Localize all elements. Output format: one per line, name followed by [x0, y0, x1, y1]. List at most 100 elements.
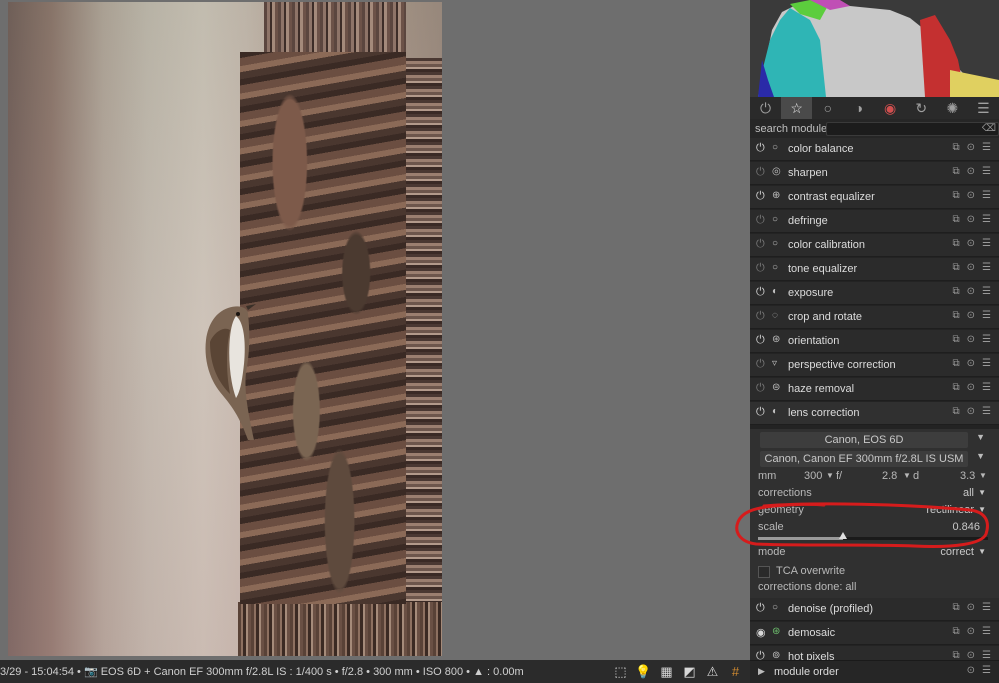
module-tone-equalizer[interactable]: ⏻ ○ tone equalizer ⧉ ⊙ ☰ [750, 258, 999, 281]
multi-instance-icon[interactable]: ⧉ [953, 262, 960, 273]
correct-tab-icon[interactable]: ↻ [906, 97, 937, 119]
camera-select[interactable]: Canon, EOS 6D [760, 432, 968, 448]
module-color-calibration[interactable]: ⏻ ○ color calibration ⧉ ⊙ ☰ [750, 234, 999, 257]
multi-instance-icon[interactable]: ⧉ [953, 310, 960, 321]
clear-search-icon[interactable]: ⌫ [982, 123, 996, 134]
reset-icon[interactable]: ⊙ [967, 358, 975, 369]
presets-menu-icon[interactable]: ☰ [968, 97, 999, 119]
power-icon[interactable]: ⏻ [756, 166, 765, 179]
presets-icon[interactable]: ☰ [982, 262, 991, 273]
presets-icon[interactable]: ☰ [982, 358, 991, 369]
presets-icon[interactable]: ☰ [982, 334, 991, 345]
module-perspective-correction[interactable]: ⏻ ▿ perspective correction ⧉ ⊙ ☰ [750, 354, 999, 377]
base-tab-icon[interactable]: ○ [812, 97, 843, 119]
d-value[interactable]: 3.3 [960, 470, 975, 482]
presets-icon[interactable]: ☰ [982, 382, 991, 393]
module-crop-and-rotate[interactable]: ⏻ ◌ crop and rotate ⧉ ⊙ ☰ [750, 306, 999, 329]
scale-slider[interactable] [758, 532, 988, 540]
module-color-balance[interactable]: ⏻ ○ color balance ⧉ ⊙ ☰ [750, 138, 999, 161]
f-dropdown-icon[interactable]: ▼ [903, 471, 911, 480]
f-value[interactable]: 2.8 [882, 470, 897, 482]
power-icon[interactable]: ⏻ [756, 358, 765, 371]
reset-icon[interactable]: ⊙ [967, 214, 975, 225]
reset-icon[interactable]: ⊙ [967, 310, 975, 321]
color-tab-icon[interactable]: ◉ [875, 97, 906, 119]
reset-icon[interactable]: ⊙ [967, 626, 975, 637]
multi-instance-icon[interactable]: ⧉ [953, 334, 960, 345]
presets-icon[interactable]: ☰ [982, 626, 991, 637]
lightbulb-icon[interactable]: 💡 [635, 663, 652, 680]
module-haze-removal[interactable]: ⏻ ⊜ haze removal ⧉ ⊙ ☰ [750, 378, 999, 401]
corrections-row[interactable]: corrections all ▼ [758, 487, 986, 501]
multi-instance-icon[interactable]: ⧉ [953, 166, 960, 177]
multi-instance-icon[interactable]: ⧉ [953, 406, 960, 417]
mode-value[interactable]: correct [940, 546, 974, 558]
multi-instance-icon[interactable]: ⧉ [953, 190, 960, 201]
image-center-view[interactable] [0, 0, 750, 660]
multi-instance-icon[interactable]: ⧉ [953, 602, 960, 613]
gamut-check-icon[interactable]: ⚠ [704, 663, 721, 680]
module-sharpen[interactable]: ⏻ ◎ sharpen ⧉ ⊙ ☰ [750, 162, 999, 185]
presets-icon[interactable]: ☰ [982, 602, 991, 613]
scale-value[interactable]: 0.846 [952, 521, 980, 533]
power-icon[interactable]: ⏻ [756, 382, 765, 395]
favorites-tab-icon[interactable]: ☆ [781, 97, 813, 119]
camera-dropdown-icon[interactable]: ▼ [976, 432, 985, 442]
power-icon[interactable]: ⏻ [756, 286, 765, 299]
guides-icon[interactable]: # [727, 663, 744, 680]
reset-icon[interactable]: ⊙ [967, 602, 975, 613]
multi-instance-icon[interactable]: ⧉ [953, 626, 960, 637]
geometry-row[interactable]: geometry rectilinear ▼ [758, 504, 986, 518]
presets-icon[interactable]: ☰ [982, 238, 991, 249]
corrections-dropdown-icon[interactable]: ▼ [978, 488, 986, 497]
tone-tab-icon[interactable]: ◑ [843, 97, 874, 119]
reset-icon[interactable]: ⊙ [967, 166, 975, 177]
reset-icon[interactable]: ⊙ [967, 262, 975, 273]
module-demosaic[interactable]: ◉ ⊛ demosaic ⧉ ⊙ ☰ [750, 622, 999, 645]
reset-icon[interactable]: ⊙ [967, 190, 975, 201]
search-module-input[interactable]: ⌫ [826, 122, 999, 136]
reset-icon[interactable]: ⊙ [967, 406, 975, 417]
reset-icon[interactable]: ⊙ [967, 382, 975, 393]
presets-icon[interactable]: ☰ [982, 190, 991, 201]
reset-icon[interactable]: ⊙ [967, 238, 975, 249]
reset-icon[interactable]: ⊙ [967, 142, 975, 153]
module-defringe[interactable]: ⏻ ○ defringe ⧉ ⊙ ☰ [750, 210, 999, 233]
histogram[interactable] [750, 0, 999, 97]
power-icon[interactable]: ⏻ [756, 238, 765, 251]
geometry-dropdown-icon[interactable]: ▼ [978, 505, 986, 514]
presets-icon[interactable]: ☰ [982, 665, 991, 676]
lens-dropdown-icon[interactable]: ▼ [976, 451, 985, 461]
mm-dropdown-icon[interactable]: ▼ [826, 471, 834, 480]
power-icon[interactable]: ⏻ [756, 142, 765, 155]
multi-instance-icon[interactable]: ⧉ [953, 358, 960, 369]
power-icon[interactable]: ⏻ [756, 310, 765, 323]
focus-peaking-icon[interactable]: ⬚ [612, 663, 629, 680]
color-assessment-icon[interactable]: ▦ [658, 663, 675, 680]
effects-tab-icon[interactable]: ✺ [937, 97, 968, 119]
power-icon[interactable]: ⏻ [756, 262, 765, 275]
lens-select[interactable]: Canon, Canon EF 300mm f/2.8L IS USM [760, 451, 968, 467]
mode-dropdown-icon[interactable]: ▼ [978, 547, 986, 556]
module-exposure[interactable]: ⏻ ◐ exposure ⧉ ⊙ ☰ [750, 282, 999, 305]
module-lens-correction[interactable]: ⏻ ◐ lens correction ⧉ ⊙ ☰ [750, 402, 999, 425]
presets-icon[interactable]: ☰ [982, 142, 991, 153]
mm-value[interactable]: 300 [804, 470, 822, 482]
module-denoise-profiled[interactable]: ⏻ ○ denoise (profiled) ⧉ ⊙ ☰ [750, 598, 999, 621]
presets-icon[interactable]: ☰ [982, 166, 991, 177]
mode-row[interactable]: mode correct ▼ [758, 546, 986, 560]
power-icon[interactable]: ⏻ [756, 406, 765, 419]
multi-instance-icon[interactable]: ⧉ [953, 142, 960, 153]
presets-icon[interactable]: ☰ [982, 286, 991, 297]
geometry-value[interactable]: rectilinear [926, 504, 974, 516]
power-icon[interactable]: ⏻ [756, 214, 765, 227]
multi-instance-icon[interactable]: ⧉ [953, 382, 960, 393]
power-icon[interactable]: ◉ [756, 626, 766, 639]
module-contrast-equalizer[interactable]: ⏻ ⊕ contrast equalizer ⧉ ⊙ ☰ [750, 186, 999, 209]
presets-icon[interactable]: ☰ [982, 310, 991, 321]
d-dropdown-icon[interactable]: ▼ [979, 471, 987, 480]
power-icon[interactable]: ⏻ [756, 602, 765, 615]
module-orientation[interactable]: ⏻ ⊛ orientation ⧉ ⊙ ☰ [750, 330, 999, 353]
power-icon[interactable]: ⏻ [756, 334, 765, 347]
reset-icon[interactable]: ⊙ [967, 334, 975, 345]
